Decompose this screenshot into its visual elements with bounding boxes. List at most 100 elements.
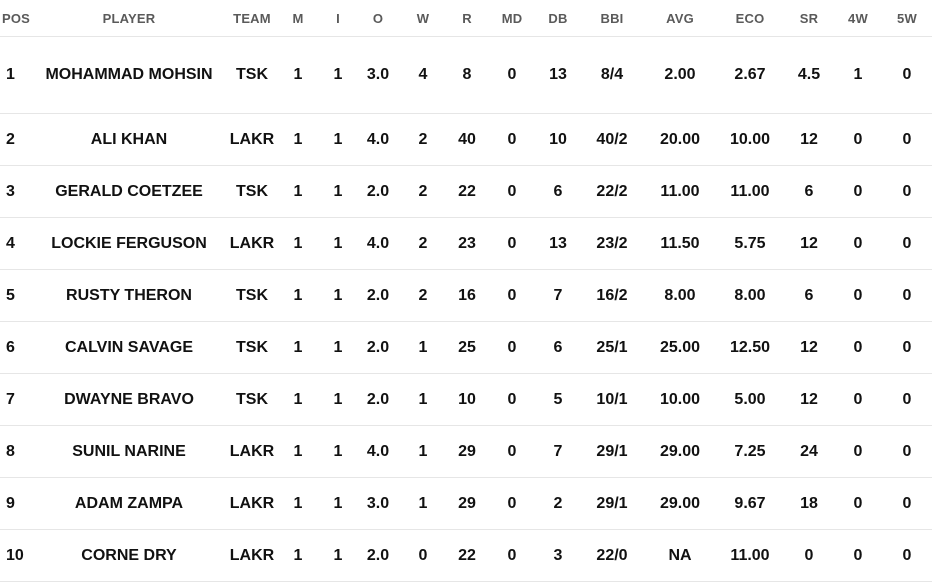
cell-innings: 1 [320,373,356,426]
cell-best-bowling: 29/1 [580,425,644,478]
cell-team: LAKR [228,217,276,270]
column-header-runs: R [446,0,488,37]
cell-overs: 2.0 [356,373,400,426]
cell-average: 11.50 [644,217,716,270]
cell-four-wickets: 0 [834,269,882,322]
cell-wickets: 4 [400,36,446,114]
cell-four-wickets: 0 [834,529,882,582]
cell-overs: 2.0 [356,269,400,322]
table-row: 5 RUSTY THERON TSK 1 1 2.0 2 16 0 7 16/2 8.00 8.00 6 0… [0,269,932,322]
cell-maidens: 0 [488,321,536,374]
cell-economy: 5.75 [716,217,784,270]
cell-four-wickets: 1 [834,36,882,114]
cell-overs: 4.0 [356,113,400,166]
cell-runs: 10 [446,373,488,426]
cell-strike-rate: 24 [784,425,834,478]
cell-economy: 8.00 [716,269,784,322]
cell-wickets: 0 [400,529,446,582]
cell-matches: 1 [276,217,320,270]
cell-strike-rate: 12 [784,321,834,374]
cell-innings: 1 [320,477,356,530]
cell-team: TSK [228,269,276,322]
table-row: 3 GERALD COETZEE TSK 1 1 2.0 2 22 0 6 22/2 11.00 11.… [0,165,932,218]
cell-dot-balls: 7 [536,425,580,478]
column-header-strike-rate: SR [784,0,834,37]
cell-innings: 1 [320,269,356,322]
cell-pos: 4 [0,217,30,270]
cell-five-wickets: 0 [882,477,932,530]
column-header-five-wickets: 5W [882,0,932,37]
column-header-pos: POS [0,0,30,37]
cell-dot-balls: 6 [536,321,580,374]
cell-five-wickets: 0 [882,36,932,114]
cell-runs: 22 [446,529,488,582]
cell-strike-rate: 12 [784,217,834,270]
cell-strike-rate: 4.5 [784,36,834,114]
cell-best-bowling: 8/4 [580,36,644,114]
cell-matches: 1 [276,425,320,478]
cell-economy: 5.00 [716,373,784,426]
cell-average: 10.00 [644,373,716,426]
cell-dot-balls: 6 [536,165,580,218]
cell-innings: 1 [320,217,356,270]
cell-wickets: 2 [400,269,446,322]
table-row: 4 LOCKIE FERGUSON LAKR 1 1 4.0 2 23 0 13 23/2 11.50… [0,217,932,270]
cell-four-wickets: 0 [834,165,882,218]
column-header-best-bowling: BBI [580,0,644,37]
cell-team: TSK [228,165,276,218]
cell-matches: 1 [276,477,320,530]
table-row: 8 SUNIL NARINE LAKR 1 1 4.0 1 29 0 7 29/1 29.00 7.25… [0,425,932,478]
cell-pos: 8 [0,425,30,478]
cell-strike-rate: 12 [784,373,834,426]
cell-wickets: 2 [400,165,446,218]
cell-dot-balls: 7 [536,269,580,322]
cell-best-bowling: 22/2 [580,165,644,218]
cell-pos: 2 [0,113,30,166]
cell-average: 11.00 [644,165,716,218]
table-row: 9 ADAM ZAMPA LAKR 1 1 3.0 1 29 0 2 29/1 29.00 9.67 18… [0,477,932,530]
table-row: 7 DWAYNE BRAVO TSK 1 1 2.0 1 10 0 5 10/1 10.00 5.00 1… [0,373,932,426]
cell-player: ADAM ZAMPA [30,477,228,530]
cell-overs: 4.0 [356,217,400,270]
cell-wickets: 2 [400,113,446,166]
cell-maidens: 0 [488,269,536,322]
cell-wickets: 1 [400,373,446,426]
cell-five-wickets: 0 [882,217,932,270]
cell-team: TSK [228,321,276,374]
cell-dot-balls: 5 [536,373,580,426]
cell-runs: 25 [446,321,488,374]
cell-overs: 2.0 [356,165,400,218]
cell-wickets: 1 [400,425,446,478]
cell-overs: 3.0 [356,477,400,530]
column-header-wickets: W [400,0,446,37]
cell-matches: 1 [276,113,320,166]
cell-runs: 23 [446,217,488,270]
cell-innings: 1 [320,321,356,374]
cell-wickets: 2 [400,217,446,270]
cell-matches: 1 [276,165,320,218]
cell-economy: 9.67 [716,477,784,530]
cell-runs: 29 [446,477,488,530]
table-row: 1 MOHAMMAD MOHSIN TSK 1 1 3.0 4 8 0 13 8/4 2.00 2.67… [0,36,932,114]
cell-five-wickets: 0 [882,165,932,218]
cell-economy: 10.00 [716,113,784,166]
cell-economy: 11.00 [716,529,784,582]
cell-four-wickets: 0 [834,217,882,270]
cell-economy: 11.00 [716,165,784,218]
cell-dot-balls: 10 [536,113,580,166]
cell-innings: 1 [320,113,356,166]
column-header-maidens: MD [488,0,536,37]
cell-four-wickets: 0 [834,113,882,166]
cell-strike-rate: 0 [784,529,834,582]
cell-maidens: 0 [488,217,536,270]
cell-runs: 22 [446,165,488,218]
cell-four-wickets: 0 [834,477,882,530]
cell-pos: 1 [0,36,30,114]
cell-maidens: 0 [488,113,536,166]
cell-innings: 1 [320,165,356,218]
cell-player: SUNIL NARINE [30,425,228,478]
cell-player: GERALD COETZEE [30,165,228,218]
cell-player: MOHAMMAD MOHSIN [30,36,228,114]
cell-strike-rate: 12 [784,113,834,166]
cell-five-wickets: 0 [882,113,932,166]
